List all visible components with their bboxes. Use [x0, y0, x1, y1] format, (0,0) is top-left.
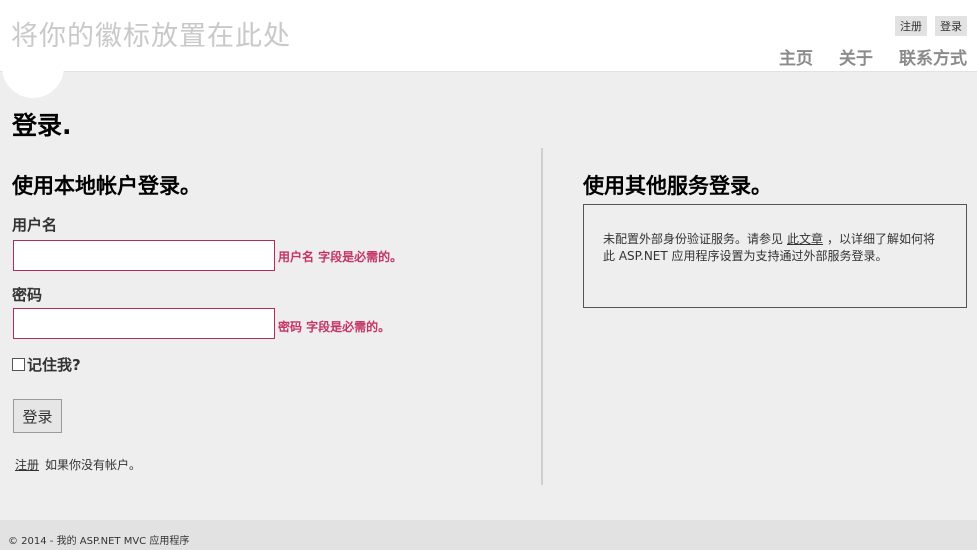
local-login-section: 使用本地帐户登录。 用户名 用户名 字段是必需的。 密码 密码 字段是必需的。 … — [12, 170, 532, 472]
local-login-title: 使用本地帐户登录。 — [12, 174, 201, 198]
nav-contact[interactable]: 联系方式 — [899, 44, 967, 69]
register-link[interactable]: 注册 — [895, 16, 927, 36]
external-article-link[interactable]: 此文章 — [787, 232, 823, 246]
remember-me-row: 记住我? — [12, 354, 81, 375]
remember-me-label[interactable]: 记住我? — [27, 354, 81, 375]
nav-home[interactable]: 主页 — [779, 44, 813, 69]
external-login-section: 使用其他服务登录。 未配置外部身份验证服务。请参见 此文章 ，以详细了解如何将此 A… — [583, 170, 967, 308]
password-error: 密码 字段是必需的。 — [278, 320, 391, 334]
column-divider — [541, 148, 543, 485]
login-submit-button[interactable]: 登录 — [13, 399, 62, 433]
password-label: 密码 — [12, 286, 43, 304]
external-login-message: 未配置外部身份验证服务。请参见 此文章 ，以详细了解如何将此 ASP.NET 应用程… — [583, 204, 967, 308]
register-prompt-text: 如果你没有帐户。 — [45, 458, 142, 472]
external-text-before: 未配置外部身份验证服务。请参见 — [603, 232, 784, 246]
username-input[interactable] — [13, 240, 275, 271]
register-prompt: 注册 如果你没有帐户。 — [15, 456, 141, 473]
remember-me-checkbox[interactable] — [12, 358, 25, 371]
nav-about[interactable]: 关于 — [839, 44, 873, 69]
site-logo[interactable]: 将你的徽标放置在此处 — [11, 14, 291, 53]
main-nav: 主页 关于 联系方式 — [779, 44, 967, 69]
password-input[interactable] — [13, 308, 275, 339]
account-links: 注册 登录 — [895, 16, 967, 36]
footer-copyright: © 2014 - 我的 ASP.NET MVC 应用程序 — [8, 536, 190, 547]
logo-circle-decoration — [2, 52, 64, 98]
page-title: 登录. — [12, 111, 72, 140]
site-footer: © 2014 - 我的 ASP.NET MVC 应用程序 — [0, 520, 977, 550]
register-as-new-user-link[interactable]: 注册 — [15, 458, 39, 472]
username-label: 用户名 — [12, 216, 58, 234]
external-login-title: 使用其他服务登录。 — [583, 174, 772, 198]
site-header: 将你的徽标放置在此处 注册 登录 主页 关于 联系方式 — [0, 0, 977, 98]
username-error: 用户名 字段是必需的。 — [278, 250, 403, 264]
login-link[interactable]: 登录 — [935, 16, 967, 36]
